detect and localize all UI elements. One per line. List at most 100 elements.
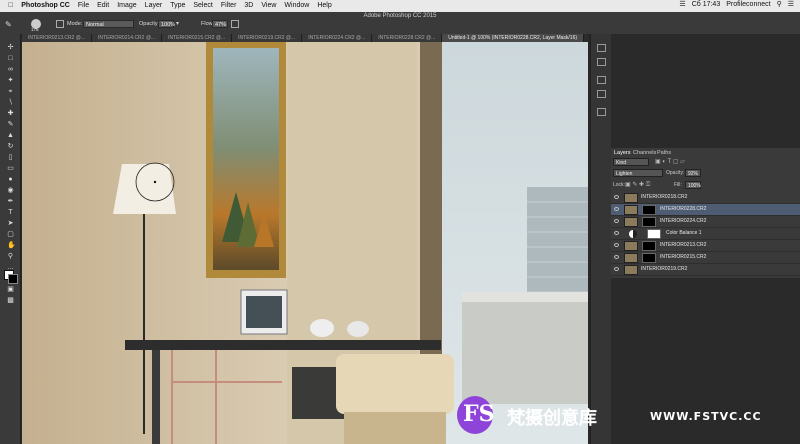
- visibility-eye-icon[interactable]: [614, 243, 619, 247]
- visibility-eye-icon[interactable]: [614, 195, 619, 199]
- layer-name: INTERIOR0213.CR2: [660, 242, 707, 248]
- menu-filter[interactable]: Filter: [221, 0, 237, 12]
- dodge-tool-icon[interactable]: ◉: [7, 187, 14, 194]
- marquee-tool-icon[interactable]: □: [7, 55, 14, 62]
- mode-label: Mode:: [67, 21, 83, 27]
- tab-untitled-1[interactable]: Untitled-1 @ 100% (INTERIOR0228.CR2, Lay…: [442, 34, 585, 42]
- layer-row[interactable]: INTERIOR0224.CR2: [611, 216, 800, 228]
- tab-interior0219[interactable]: INTERIOR0219.CR2 @...: [232, 34, 303, 42]
- eraser-tool-icon[interactable]: ▯: [7, 154, 14, 161]
- quick-mask-icon[interactable]: ▣: [7, 286, 14, 293]
- menu-window[interactable]: Window: [284, 0, 309, 12]
- brush-panel-icon[interactable]: [56, 20, 64, 28]
- layer-row[interactable]: INTERIOR0219.CR2: [611, 264, 800, 276]
- app-menu[interactable]: Photoshop CC: [21, 0, 70, 12]
- quick-select-tool-icon[interactable]: ✦: [7, 77, 14, 84]
- status-area: ☰ Сб 17:43 Profileconnect ⚲ ☰: [679, 0, 794, 9]
- pen-tool-icon[interactable]: ✒: [7, 198, 14, 205]
- layer-thumbnail: [624, 253, 638, 263]
- menu-3d[interactable]: 3D: [244, 0, 253, 12]
- layer-row[interactable]: INTERIOR0218.CR2: [611, 192, 800, 204]
- opacity-input[interactable]: 100%: [158, 20, 175, 28]
- lock-icons[interactable]: ▣ ✎ ✚ ⚿: [625, 181, 650, 189]
- layer-fill-input[interactable]: 100%: [685, 181, 701, 189]
- blend-mode-select[interactable]: Lighten: [613, 169, 663, 177]
- adjustments-panel-icon[interactable]: [597, 76, 606, 84]
- menu-file[interactable]: File: [78, 0, 89, 12]
- visibility-eye-icon[interactable]: [614, 231, 619, 235]
- zoom-tool-icon[interactable]: ⚲: [7, 253, 14, 260]
- blur-tool-icon[interactable]: ●: [7, 176, 14, 183]
- opacity-label: Opacity:: [139, 21, 160, 27]
- apple-icon[interactable]: : [8, 0, 13, 12]
- layer-mask-thumbnail[interactable]: [642, 241, 656, 251]
- visibility-eye-icon[interactable]: [614, 255, 619, 259]
- history-brush-tool-icon[interactable]: ↻: [7, 143, 14, 150]
- airbrush-icon[interactable]: [231, 20, 239, 28]
- tab-interior0215[interactable]: INTERIOR0215.CR2 @...: [162, 34, 233, 42]
- search-icon[interactable]: ⚲: [777, 0, 782, 8]
- move-tool-icon[interactable]: ✢: [7, 44, 14, 51]
- tab-paths[interactable]: Paths: [657, 150, 671, 156]
- type-tool-icon[interactable]: T: [7, 209, 14, 216]
- properties-panel-icon[interactable]: [597, 58, 606, 66]
- menu-help[interactable]: Help: [317, 0, 331, 12]
- menu-edit[interactable]: Edit: [97, 0, 109, 12]
- screen-mode-icon[interactable]: ▩: [7, 297, 14, 304]
- layer-mask-thumbnail[interactable]: [642, 205, 656, 215]
- layer-mask-thumbnail[interactable]: [642, 253, 656, 263]
- adjustment-layer-icon: [629, 230, 637, 238]
- layer-row[interactable]: INTERIOR0228.CR2: [611, 204, 800, 216]
- history-panel-icon[interactable]: [597, 44, 606, 52]
- document-canvas[interactable]: [22, 42, 588, 444]
- user-name[interactable]: Profileconnect: [726, 1, 770, 8]
- tab-interior0213[interactable]: INTERIOR0213.CR2 @...: [22, 34, 93, 42]
- opacity-pressure-icon[interactable]: ▾: [176, 20, 182, 28]
- list-icon[interactable]: ☰: [788, 0, 794, 8]
- gradient-tool-icon[interactable]: ▭: [7, 165, 14, 172]
- background-color-swatch[interactable]: [8, 274, 18, 284]
- brush-tool-icon[interactable]: ✎: [7, 121, 14, 128]
- round-building: [462, 294, 588, 404]
- menu-type[interactable]: Type: [170, 0, 185, 12]
- mode-select[interactable]: Normal: [83, 20, 134, 28]
- tab-layers[interactable]: Layers: [614, 150, 631, 156]
- crop-tool-icon[interactable]: ⌖: [7, 88, 14, 95]
- path-select-tool-icon[interactable]: ➤: [7, 220, 14, 227]
- layer-mask-thumbnail[interactable]: [642, 217, 656, 227]
- layer-thumbnail: [624, 265, 638, 275]
- clone-stamp-tool-icon[interactable]: ▲: [7, 132, 14, 139]
- flow-input[interactable]: 47%: [212, 20, 228, 28]
- shape-tool-icon[interactable]: ▢: [7, 231, 14, 238]
- visibility-eye-icon[interactable]: [614, 207, 619, 211]
- tab-interior0224[interactable]: INTERIOR0224.CR2 @...: [302, 34, 373, 42]
- menu-select[interactable]: Select: [193, 0, 212, 12]
- tab-interior0214[interactable]: INTERIOR0214.CR2 @...: [92, 34, 163, 42]
- filter-kind-select[interactable]: Kind: [613, 158, 649, 166]
- layer-row[interactable]: INTERIOR0213.CR2: [611, 240, 800, 252]
- eyedropper-tool-icon[interactable]: ∖: [7, 99, 14, 106]
- filter-icons[interactable]: ▣ ◐ T ▢ ▱: [655, 158, 685, 165]
- clock[interactable]: Сб 17:43: [692, 1, 721, 8]
- layer-thumbnail: [624, 241, 638, 251]
- layer-name: Color Balance 1: [666, 230, 702, 236]
- healing-brush-tool-icon[interactable]: ✚: [7, 110, 14, 117]
- layer-row[interactable]: INTERIOR0215.CR2: [611, 252, 800, 264]
- menu-view[interactable]: View: [261, 0, 276, 12]
- menu-layer[interactable]: Layer: [145, 0, 163, 12]
- brush-tool-icon[interactable]: ✎: [5, 20, 15, 29]
- character-panel-icon[interactable]: [597, 90, 606, 98]
- menu-image[interactable]: Image: [117, 0, 136, 12]
- layer-row[interactable]: Color Balance 1: [611, 228, 800, 240]
- layer-name: INTERIOR0224.CR2: [660, 218, 707, 224]
- tab-interior0228[interactable]: INTERIOR0228.CR2 @...: [372, 34, 443, 42]
- wifi-icon[interactable]: ☰: [679, 0, 685, 8]
- tab-channels[interactable]: Channels: [633, 150, 656, 156]
- visibility-eye-icon[interactable]: [614, 267, 619, 271]
- hand-tool-icon[interactable]: ✋: [7, 242, 16, 249]
- lasso-tool-icon[interactable]: ∞: [7, 66, 14, 73]
- layer-mask-thumbnail[interactable]: [647, 229, 661, 239]
- brush-panel-dock-icon[interactable]: [597, 108, 606, 116]
- layer-opacity-input[interactable]: 92%: [685, 169, 701, 177]
- visibility-eye-icon[interactable]: [614, 219, 619, 223]
